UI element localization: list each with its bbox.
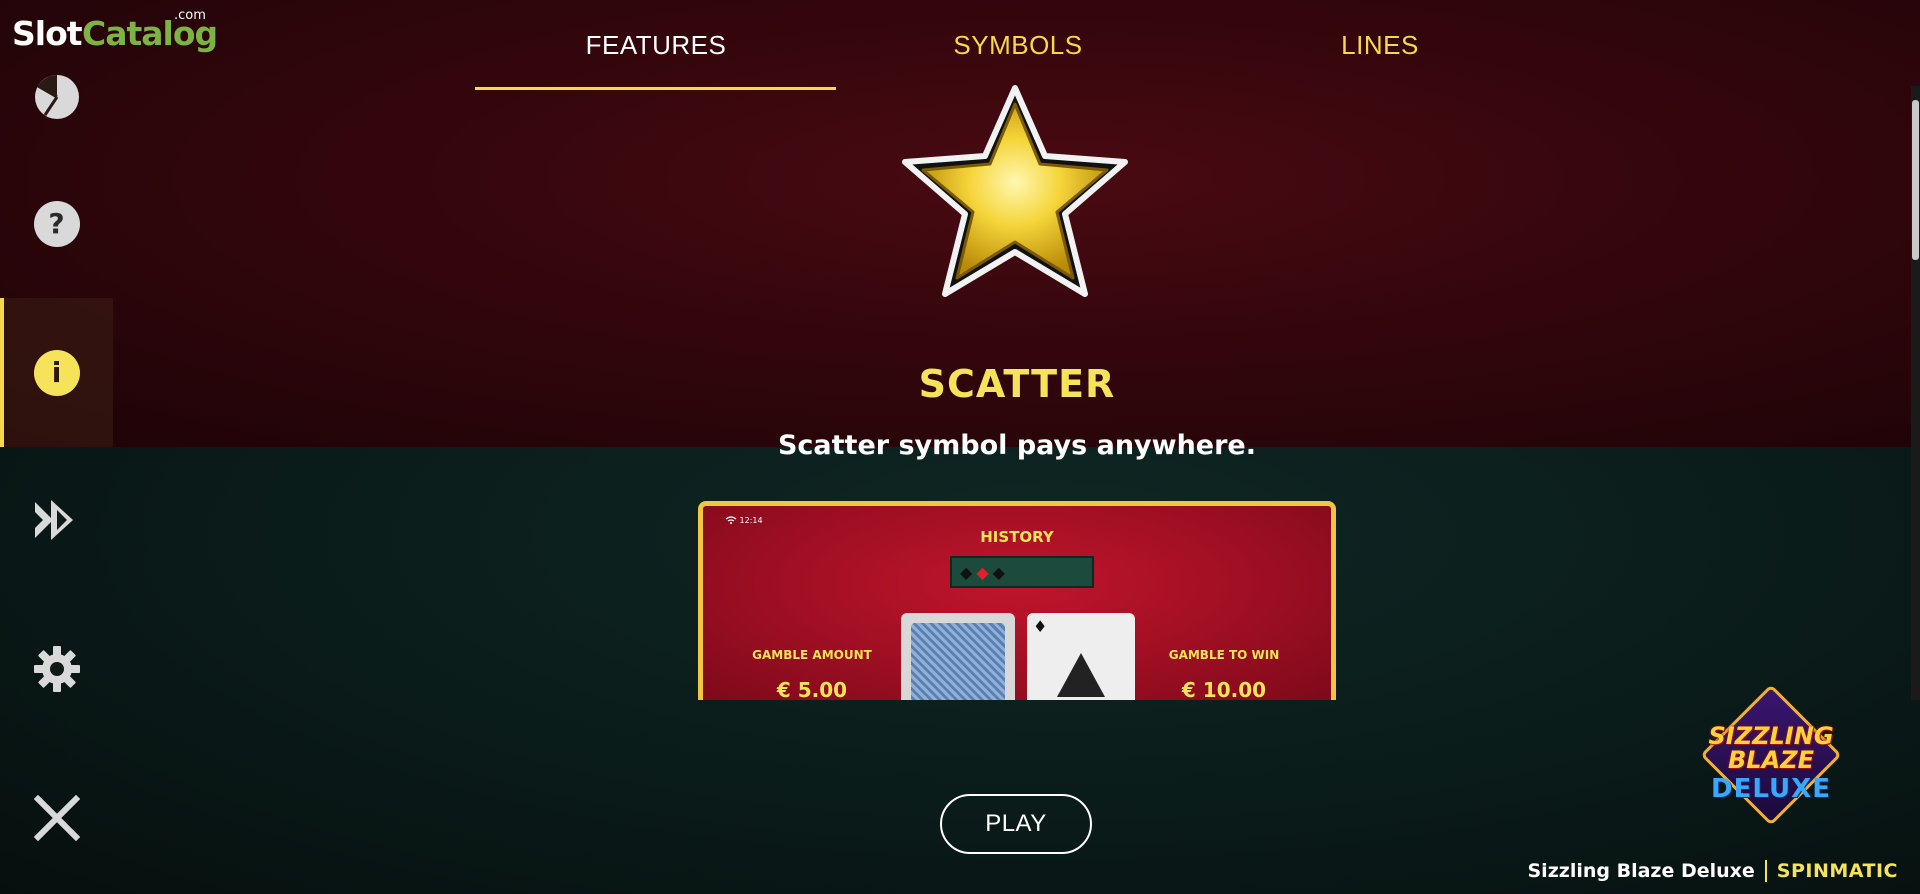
game-logo-line2: BLAZE bbox=[1728, 746, 1814, 774]
preview-gamble-amount-value: € 5.00 bbox=[776, 678, 848, 700]
gear-icon bbox=[33, 645, 81, 697]
preview-gamble-to-win-value: € 10.00 bbox=[1181, 678, 1267, 700]
fast-forward-icon bbox=[33, 498, 81, 546]
sidebar-item-info[interactable]: i bbox=[0, 298, 113, 447]
feature-header: SCATTER bbox=[700, 362, 1334, 406]
slotcatalog-logo[interactable]: Slot Catalog .com bbox=[12, 8, 218, 56]
preview-gamble-to-win-label: GAMBLE TO WIN bbox=[1168, 648, 1280, 662]
play-button[interactable]: PLAY bbox=[940, 794, 1092, 854]
sidebar-item-close[interactable] bbox=[0, 745, 113, 894]
tab-lines[interactable]: LINES bbox=[1199, 0, 1561, 90]
scrollbar-thumb[interactable] bbox=[1912, 100, 1919, 260]
sidebar: ? i bbox=[0, 0, 113, 894]
spade-icon bbox=[1057, 653, 1105, 697]
card-face: ♦ bbox=[1027, 613, 1135, 700]
diamond-black-icon: ◆ bbox=[992, 562, 1005, 582]
preview-gamble-amount-label: GAMBLE AMOUNT bbox=[752, 648, 872, 662]
preview-history-label: HISTORY bbox=[980, 528, 1054, 546]
diamond-red-icon: ◆ bbox=[976, 562, 989, 582]
close-icon bbox=[33, 794, 80, 845]
scatter-star-icon bbox=[895, 84, 1135, 302]
tab-symbols[interactable]: SYMBOLS bbox=[837, 0, 1199, 90]
gamble-preview-image: 12:14 HISTORY ◆ ◆ ◆ GAMBLE AMOUNT € 5.00… bbox=[698, 501, 1336, 700]
footer-provider: SPINMATIC bbox=[1776, 860, 1898, 882]
sidebar-item-autoplay[interactable] bbox=[0, 447, 113, 596]
tab-active-underline bbox=[475, 87, 836, 90]
feature-description: Scatter symbol pays anywhere. bbox=[777, 430, 1257, 461]
pie-chart-icon bbox=[33, 73, 81, 125]
feature-title: SCATTER bbox=[918, 362, 1116, 406]
game-logo-line3: DELUXE bbox=[1711, 774, 1831, 804]
diamond-black-icon: ◆ bbox=[960, 562, 973, 582]
info-icon: i bbox=[33, 349, 80, 396]
footer: Sizzling Blaze Deluxe SPINMATIC bbox=[1528, 860, 1899, 882]
question-icon: ? bbox=[33, 200, 80, 247]
spade-pip-icon: ♦ bbox=[1033, 617, 1048, 636]
feature-description-wrap: Scatter symbol pays anywhere. bbox=[700, 430, 1334, 461]
footer-separator bbox=[1764, 860, 1767, 882]
game-logo: SIZZLING BLAZE DELUXE bbox=[1686, 684, 1856, 826]
tab-features[interactable]: FEATURES bbox=[475, 0, 837, 90]
preview-status-bar: 12:14 bbox=[725, 516, 763, 525]
sidebar-item-settings[interactable] bbox=[0, 596, 113, 745]
sidebar-item-help[interactable]: ? bbox=[0, 149, 113, 298]
footer-game-name: Sizzling Blaze Deluxe bbox=[1527, 860, 1755, 882]
card-back bbox=[901, 613, 1015, 700]
logo-text-slot: Slot bbox=[12, 14, 83, 53]
tab-bar: FEATURES SYMBOLS LINES bbox=[475, 0, 1561, 92]
preview-history-bar: ◆ ◆ ◆ bbox=[950, 556, 1094, 588]
preview-status-time: 12:14 bbox=[739, 516, 763, 525]
logo-text-com: .com bbox=[174, 8, 206, 23]
